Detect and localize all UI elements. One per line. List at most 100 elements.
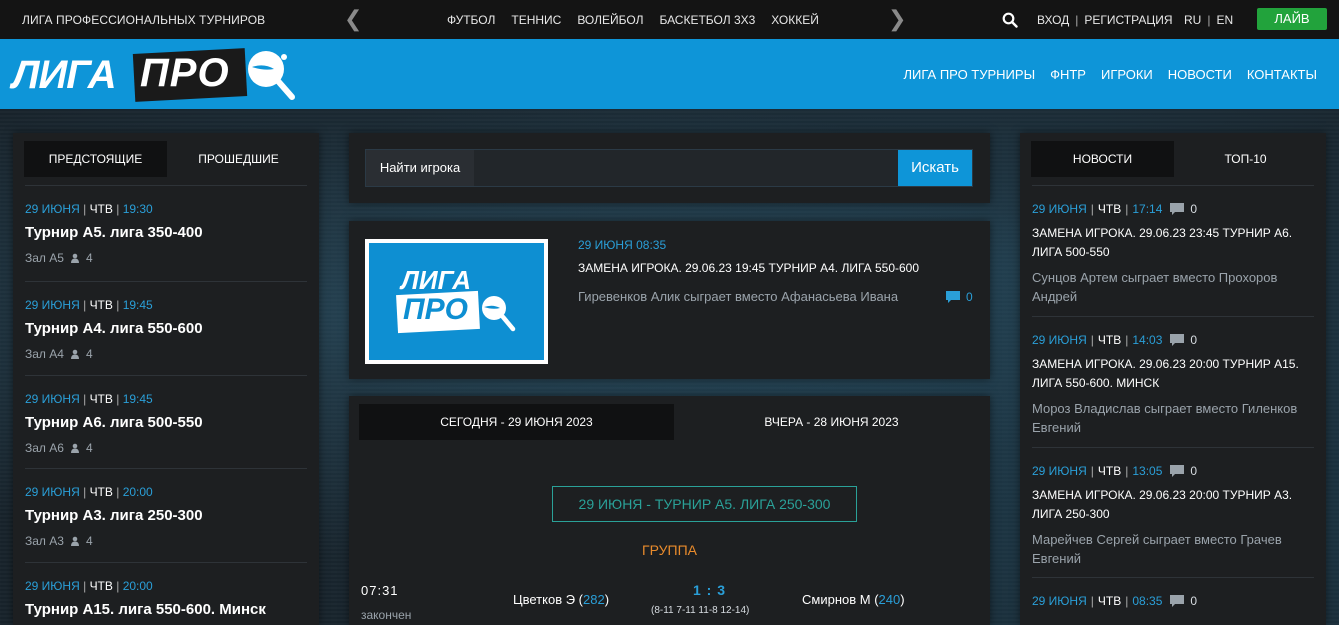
news-item-day: ЧТВ — [1097, 333, 1122, 347]
separator: | — [1125, 333, 1129, 347]
tournament-time: 19:30 — [122, 202, 153, 216]
player1-name: Цветков Э — [513, 592, 576, 607]
match-player1[interactable]: Цветков Э (282) — [513, 592, 609, 607]
featured-news-panel: ЛИГА ПРО 29 ИЮНЯ 08:35 ЗАМЕНА ИГРОКА. 29… — [349, 221, 990, 379]
search-label: Найти игрока — [366, 150, 474, 186]
comment-icon — [1170, 595, 1185, 607]
nav-players[interactable]: ИГРОКИ — [1101, 67, 1153, 82]
separator: | — [1125, 464, 1129, 478]
tournament-title[interactable]: Турнир А15. лига 550-600. Минск — [25, 601, 307, 618]
search-button[interactable]: Искать — [898, 150, 972, 186]
news-item-title[interactable]: ЗАМЕНА ИГРОКА. 29.06.23 20:00 ТУРНИР А15… — [1032, 355, 1314, 393]
lang-en[interactable]: EN — [1216, 13, 1233, 27]
match-player2[interactable]: Смирнов М (240) — [802, 592, 905, 607]
sport-volleyball[interactable]: ВОЛЕЙБОЛ — [577, 13, 643, 27]
tournament-item[interactable]: 29 ИЮНЯ | ЧТВ | 20:00 Турнир А3. лига 25… — [25, 468, 307, 548]
news-item[interactable]: 29 ИЮНЯ | ЧТВ | 13:05 0 ЗАМЕНА ИГРОКА. 2… — [1032, 447, 1314, 568]
news-item-title[interactable]: ЗАМЕНА ИГРОКА. 29.06.23 23:45 ТУРНИР А6.… — [1032, 224, 1314, 262]
tournament-item[interactable]: 29 ИЮНЯ | ЧТВ | 19:30 Турнир А5. лига 35… — [25, 185, 307, 265]
tab-past[interactable]: ПРОШЕДШИЕ — [167, 141, 310, 177]
match-sets: (8-11 7-11 11-8 12-14) — [651, 605, 750, 616]
person-icon — [70, 253, 79, 263]
hall-name: Зал А3 — [25, 534, 64, 548]
news-item-date: 29 ИЮНЯ — [1032, 464, 1087, 478]
news-title[interactable]: ЗАМЕНА ИГРОКА. 29.06.23 19:45 ТУРНИР А4.… — [578, 261, 919, 275]
news-item-text: Марейчев Сергей сыграет вместо Грачев Ев… — [1032, 532, 1282, 566]
chevron-right-icon[interactable]: ❯ — [888, 8, 906, 30]
tournament-title[interactable]: Турнир А5. лига 350-400 — [25, 224, 307, 241]
comments-count: 0 — [966, 290, 973, 304]
sport-hockey[interactable]: ХОККЕЙ — [771, 13, 819, 27]
news-comments[interactable]: 0 — [946, 290, 973, 304]
news-meta: 29 ИЮНЯ | ЧТВ | 17:14 0 — [1032, 202, 1314, 216]
tournament-date: 29 ИЮНЯ — [25, 202, 80, 216]
tab-yesterday[interactable]: ВЧЕРА - 28 ИЮНЯ 2023 — [674, 404, 989, 440]
player-search: Найти игрока Искать — [365, 149, 973, 187]
news-item-day: ЧТВ — [1097, 594, 1122, 608]
tournament-title[interactable]: Турнир А6. лига 500-550 — [25, 414, 307, 431]
comments-count: 0 — [1190, 594, 1198, 608]
news-item-time: 08:35 — [1132, 594, 1163, 608]
tournament-time: 20:00 — [122, 485, 153, 499]
tournament-item[interactable]: 29 ИЮНЯ | ЧТВ | 19:45 Турнир А6. лига 50… — [25, 375, 307, 455]
tournament-item[interactable]: 29 ИЮНЯ | ЧТВ | 20:00 Турнир А15. лига 5… — [25, 562, 307, 618]
tournament-time: 19:45 — [122, 298, 153, 312]
nav-tournaments[interactable]: ЛИГА ПРО ТУРНИРЫ — [904, 67, 1036, 82]
player1-rating: 282 — [583, 592, 605, 607]
news-item-date: 29 ИЮНЯ — [1032, 594, 1087, 608]
news-item[interactable]: 29 ИЮНЯ | ЧТВ | 14:03 0 ЗАМЕНА ИГРОКА. 2… — [1032, 316, 1314, 437]
search-icon[interactable] — [1002, 12, 1018, 28]
comments-count: 0 — [1190, 464, 1198, 478]
tournament-time: 19:45 — [122, 392, 153, 406]
news-item-time: 14:03 — [1132, 333, 1163, 347]
logo[interactable]: ЛИГА ПРО — [12, 47, 302, 103]
tournament-date: 29 ИЮНЯ — [25, 298, 80, 312]
league-title[interactable]: ЛИГА ПРОФЕССИОНАЛЬНЫХ ТУРНИРОВ — [22, 13, 265, 27]
news-meta: 29 ИЮНЯ | ЧТВ | 08:35 0 — [1032, 594, 1314, 608]
sport-football[interactable]: ФУТБОЛ — [447, 13, 495, 27]
news-item[interactable]: 29 ИЮНЯ | ЧТВ | 08:35 0 — [1032, 577, 1314, 608]
tab-news[interactable]: НОВОСТИ — [1031, 141, 1174, 177]
news-item[interactable]: 29 ИЮНЯ | ЧТВ | 17:14 0 ЗАМЕНА ИГРОКА. 2… — [1032, 185, 1314, 306]
register-link[interactable]: РЕГИСТРАЦИЯ — [1084, 13, 1172, 27]
tournament-meta: 29 ИЮНЯ | ЧТВ | 19:45 — [25, 298, 307, 312]
tournament-item[interactable]: 29 ИЮНЯ | ЧТВ | 19:45 Турнир А4. лига 55… — [25, 281, 307, 361]
news-item-day: ЧТВ — [1097, 464, 1122, 478]
news-item-title[interactable]: ЗАМЕНА ИГРОКА. 29.06.23 20:00 ТУРНИР А3.… — [1032, 486, 1314, 524]
hall-name: Зал А5 — [25, 251, 64, 265]
news-thumbnail[interactable]: ЛИГА ПРО — [365, 239, 548, 364]
nav-fntr[interactable]: ФНТР — [1050, 67, 1086, 82]
tournament-button[interactable]: 29 ИЮНЯ - ТУРНИР А5. ЛИГА 250-300 — [552, 486, 857, 522]
search-input[interactable] — [474, 150, 898, 186]
nav-contacts[interactable]: КОНТАКТЫ — [1247, 67, 1317, 82]
tournament-title[interactable]: Турнир А3. лига 250-300 — [25, 507, 307, 524]
live-button[interactable]: ЛАЙВ — [1257, 8, 1327, 30]
match-score[interactable]: 1 : 3 — [693, 582, 726, 598]
tournament-day: ЧТВ — [89, 392, 113, 406]
tournament-meta: 29 ИЮНЯ | ЧТВ | 20:00 — [25, 579, 307, 593]
tournament-date: 29 ИЮНЯ — [25, 392, 80, 406]
players-count: 4 — [85, 534, 93, 548]
chevron-left-icon[interactable]: ❮ — [344, 8, 362, 30]
tab-upcoming[interactable]: ПРЕДСТОЯЩИЕ — [24, 141, 167, 177]
player2-name: Смирнов М — [802, 592, 871, 607]
news-panel: НОВОСТИ ТОП-10 29 ИЮНЯ | ЧТВ | 17:14 0 З… — [1020, 133, 1326, 625]
nav-news[interactable]: НОВОСТИ — [1168, 67, 1232, 82]
tournament-title[interactable]: Турнир А4. лига 550-600 — [25, 320, 307, 337]
news-text: Гиревенков Алик сыграет вместо Афанасьев… — [578, 289, 899, 304]
tab-today[interactable]: СЕГОДНЯ - 29 ИЮНЯ 2023 — [359, 404, 674, 440]
login-link[interactable]: ВХОД — [1037, 13, 1069, 27]
lang-ru[interactable]: RU — [1184, 13, 1201, 27]
person-icon — [70, 349, 79, 359]
news-item-comments: 0 — [1170, 202, 1197, 216]
news-item-date: 29 ИЮНЯ — [1032, 202, 1087, 216]
sport-tennis[interactable]: ТЕННИС — [511, 13, 561, 27]
sport-basketball[interactable]: БАСКЕТБОЛ 3Х3 — [659, 13, 755, 27]
news-thumbnail-image: ЛИГА ПРО — [369, 243, 544, 360]
group-heading: ГРУППА — [642, 542, 697, 558]
person-icon — [70, 443, 79, 453]
comment-icon — [1170, 203, 1185, 215]
separator: | — [1125, 594, 1129, 608]
tab-top10[interactable]: ТОП-10 — [1174, 141, 1317, 177]
news-item-day: ЧТВ — [1097, 202, 1122, 216]
